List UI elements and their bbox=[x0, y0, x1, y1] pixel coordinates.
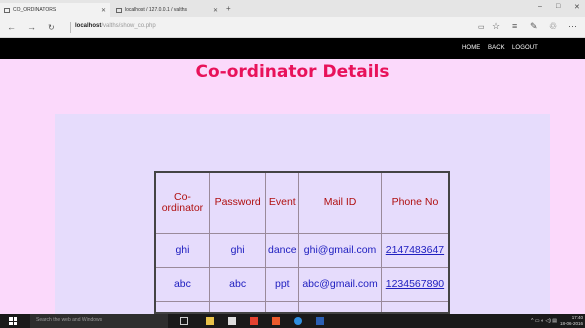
coordinator-table: Co-ordinator Password Event Mail ID Phon… bbox=[154, 171, 450, 314]
column-header-mail-id: Mail ID bbox=[298, 171, 382, 234]
page-icon bbox=[116, 7, 122, 13]
reading-view-icon[interactable]: ▭ bbox=[478, 23, 485, 31]
share-icon[interactable]: ♲ bbox=[549, 21, 557, 32]
forward-arrow-icon[interactable]: → bbox=[27, 22, 36, 32]
back-arrow-icon[interactable]: ← bbox=[7, 22, 16, 32]
cell-password: ghi bbox=[208, 232, 267, 268]
column-header-coordinator: Co-ordinator bbox=[154, 171, 210, 234]
coordinator-table-wrapper: Co-ordinator Password Event Mail ID Phon… bbox=[154, 171, 450, 314]
url-path: /valths/show_co.php bbox=[101, 23, 156, 29]
cell-coordinator bbox=[154, 300, 210, 314]
nav-back-link[interactable]: BACK bbox=[488, 45, 505, 51]
clock-date: 18-06-2016 bbox=[559, 321, 583, 326]
new-tab-button[interactable]: + bbox=[226, 4, 231, 13]
cell-coordinator: ghi bbox=[154, 232, 210, 268]
tab-title: CO_ORDINATORS bbox=[13, 7, 57, 13]
mail-icon[interactable] bbox=[250, 317, 258, 325]
table-row: ghi ghi dance ghi@gmail.com 2147483647 bbox=[154, 232, 450, 268]
page-icon bbox=[4, 7, 10, 13]
edge-icon[interactable] bbox=[294, 317, 302, 325]
cell-password: abc bbox=[208, 266, 267, 302]
refresh-icon[interactable]: ↻ bbox=[48, 23, 55, 32]
cell-mail-id bbox=[298, 300, 382, 314]
minimize-button[interactable]: – bbox=[538, 3, 542, 10]
cell-password bbox=[208, 300, 267, 314]
cell-phone-link bbox=[380, 300, 450, 314]
site-nav-bar: HOME BACK LOGOUT bbox=[0, 38, 585, 59]
url-field[interactable]: localhost/valths/show_co.php bbox=[75, 23, 156, 29]
more-icon[interactable]: ⋯ bbox=[568, 21, 577, 32]
cell-event: dance bbox=[265, 232, 300, 268]
favorite-star-icon[interactable]: ☆ bbox=[492, 21, 500, 32]
store-icon[interactable] bbox=[228, 317, 236, 325]
cell-phone-link[interactable]: 2147483647 bbox=[380, 232, 450, 268]
tab-phpmyadmin[interactable]: localhost / 127.0.0.1 / valths ✕ bbox=[112, 3, 222, 17]
nav-home-link[interactable]: HOME bbox=[462, 45, 480, 51]
column-header-event: Event bbox=[265, 171, 300, 234]
office-icon[interactable] bbox=[272, 317, 280, 325]
windows-start-icon[interactable] bbox=[9, 317, 17, 325]
tab-title: localhost / 127.0.0.1 / valths bbox=[125, 7, 187, 13]
system-tray-icons[interactable]: ^ ▭ ◐ ◁) ▤ bbox=[531, 318, 557, 324]
file-explorer-icon[interactable] bbox=[206, 317, 214, 325]
web-note-icon[interactable]: ✎ bbox=[530, 21, 538, 32]
windows-taskbar: Search the web and Windows ^ ▭ ◐ ◁) ▤ 17… bbox=[0, 314, 585, 328]
address-divider bbox=[70, 22, 71, 33]
word-icon[interactable] bbox=[316, 317, 324, 325]
close-window-button[interactable]: ✕ bbox=[574, 3, 580, 11]
cell-event: ppt bbox=[265, 266, 300, 302]
browser-tab-bar: CO_ORDINATORS ✕ localhost / 127.0.0.1 / … bbox=[0, 0, 585, 17]
column-header-phone-no: Phone No bbox=[380, 171, 450, 234]
cell-mail-id: abc@gmail.com bbox=[298, 266, 382, 302]
url-host: localhost bbox=[75, 23, 102, 29]
close-tab-icon[interactable]: ✕ bbox=[101, 7, 106, 14]
hub-icon[interactable]: ≡ bbox=[512, 21, 517, 31]
close-tab-icon[interactable]: ✕ bbox=[213, 7, 218, 14]
task-view-icon[interactable] bbox=[180, 317, 188, 325]
maximize-button[interactable]: □ bbox=[556, 3, 560, 10]
cell-mail-id: ghi@gmail.com bbox=[298, 232, 382, 268]
cell-phone-link[interactable]: 1234567890 bbox=[380, 266, 450, 302]
taskbar-clock[interactable]: 17:40 18-06-2016 bbox=[560, 315, 583, 327]
page-title: Co-ordinator Details bbox=[195, 62, 390, 82]
taskbar-search-box[interactable]: Search the web and Windows bbox=[30, 314, 168, 328]
table-row bbox=[154, 300, 450, 314]
column-header-password: Password bbox=[208, 171, 267, 234]
table-row: abc abc ppt abc@gmail.com 1234567890 bbox=[154, 266, 450, 302]
address-bar: ← → ↻ localhost/valths/show_co.php ▭ ☆ ≡… bbox=[0, 17, 585, 38]
table-header-row: Co-ordinator Password Event Mail ID Phon… bbox=[154, 171, 450, 234]
cell-coordinator: abc bbox=[154, 266, 210, 302]
cell-event bbox=[265, 300, 300, 314]
tab-co-ordinators[interactable]: CO_ORDINATORS ✕ bbox=[0, 3, 110, 17]
nav-logout-link[interactable]: LOGOUT bbox=[512, 45, 538, 51]
search-placeholder: Search the web and Windows bbox=[36, 317, 103, 323]
